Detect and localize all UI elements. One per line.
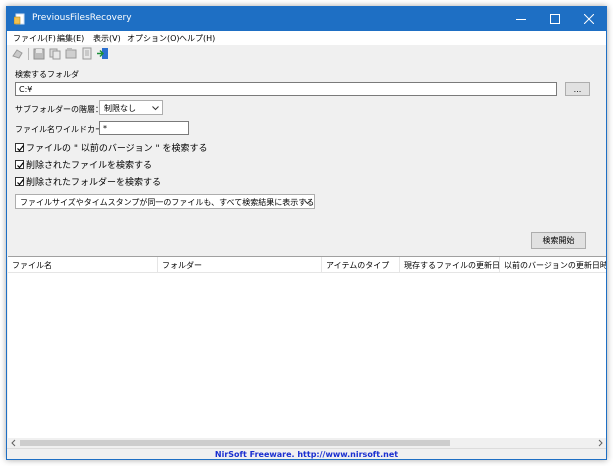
exit-icon[interactable] [96,47,110,60]
checkbox-label: 削除されたファイルを検索する [26,160,153,171]
scroll-thumb[interactable] [20,440,450,446]
column-item-type[interactable]: アイテムのタイプ [322,257,400,273]
toolbar [7,45,606,63]
checkbox-box [15,159,24,169]
window-title: PreviousFilesRecovery [32,13,132,23]
column-filename[interactable]: ファイル名 [8,257,158,273]
menu-file[interactable]: ファイル(F) [13,33,56,44]
column-previous-modified[interactable]: 以前のバージョンの更新日時 [500,257,606,273]
wildcard-label: ファイル名ワイルドカー [15,125,103,134]
report-icon[interactable] [80,47,94,60]
horizontal-scrollbar[interactable] [8,438,606,448]
scroll-left-icon[interactable] [10,439,18,447]
copy-icon[interactable] [48,47,62,60]
results-list[interactable]: ファイル名 フォルダー アイテムのタイプ 現存するファイルの更新日時 以前のバー… [8,256,606,438]
checkbox-label: ファイルの " 以前のバージョン " を検索する [26,143,208,154]
checkbox-box [15,142,24,152]
checkbox-label: 削除されたフォルダーを検索する [26,177,162,188]
status-link[interactable]: NirSoft Freeware. http://www.nirsoft.net [7,450,606,459]
menu-options[interactable]: オプション(O) [127,33,180,44]
chevron-down-icon [152,104,159,111]
app-window: PreviousFilesRecovery ファイル(F) 編集(E) 表示(V… [6,6,607,460]
search-previous-versions-checkbox[interactable]: ファイルの " 以前のバージョン " を検索する [15,141,208,154]
save-icon[interactable] [32,47,46,60]
start-search-button[interactable]: 検索開始 [531,232,586,249]
chevron-down-icon [304,198,311,205]
properties-icon[interactable] [64,47,78,60]
start-search-icon[interactable] [11,47,25,60]
folder-label: 検索するフォルダ [15,70,79,79]
wildcard-input[interactable]: * [99,121,189,135]
search-deleted-files-checkbox[interactable]: 削除されたファイルを検索する [15,158,153,171]
search-deleted-folders-checkbox[interactable]: 削除されたフォルダーを検索する [15,175,162,188]
menu-help[interactable]: ヘルプ(H) [179,33,215,44]
folder-input[interactable]: C:¥ [15,82,557,96]
menu-edit[interactable]: 編集(E) [57,33,84,44]
menu-bar: ファイル(F) 編集(E) 表示(V) オプション(O) ヘルプ(H) [7,31,606,45]
toolbar-separator [28,48,29,60]
result-filter-value: ファイルサイズやタイムスタンプが同一のファイルも、すべて検索結果に表示する [20,198,315,207]
status-bar: NirSoft Freeware. http://www.nirsoft.net [7,448,606,459]
result-filter-select[interactable]: ファイルサイズやタイムスタンプが同一のファイルも、すべて検索結果に表示する [15,194,315,209]
subfolder-depth-select[interactable]: 制限なし [99,100,163,115]
scroll-right-icon[interactable] [596,439,604,447]
checkbox-box [15,176,24,186]
menu-view[interactable]: 表示(V) [93,33,121,44]
column-current-modified[interactable]: 現存するファイルの更新日時 [400,257,500,273]
maximize-button[interactable] [538,7,572,31]
column-folder[interactable]: フォルダー [158,257,322,273]
list-header: ファイル名 フォルダー アイテムのタイプ 現存するファイルの更新日時 以前のバー… [8,257,606,273]
minimize-button[interactable] [504,7,538,31]
browse-button[interactable]: ... [565,82,590,96]
title-bar[interactable]: PreviousFilesRecovery [7,7,606,31]
subfolder-depth-value: 制限なし [104,104,136,113]
subfolder-depth-label: サブフォルダーの階層： [15,105,103,114]
close-button[interactable] [572,7,606,31]
app-icon [13,13,26,25]
